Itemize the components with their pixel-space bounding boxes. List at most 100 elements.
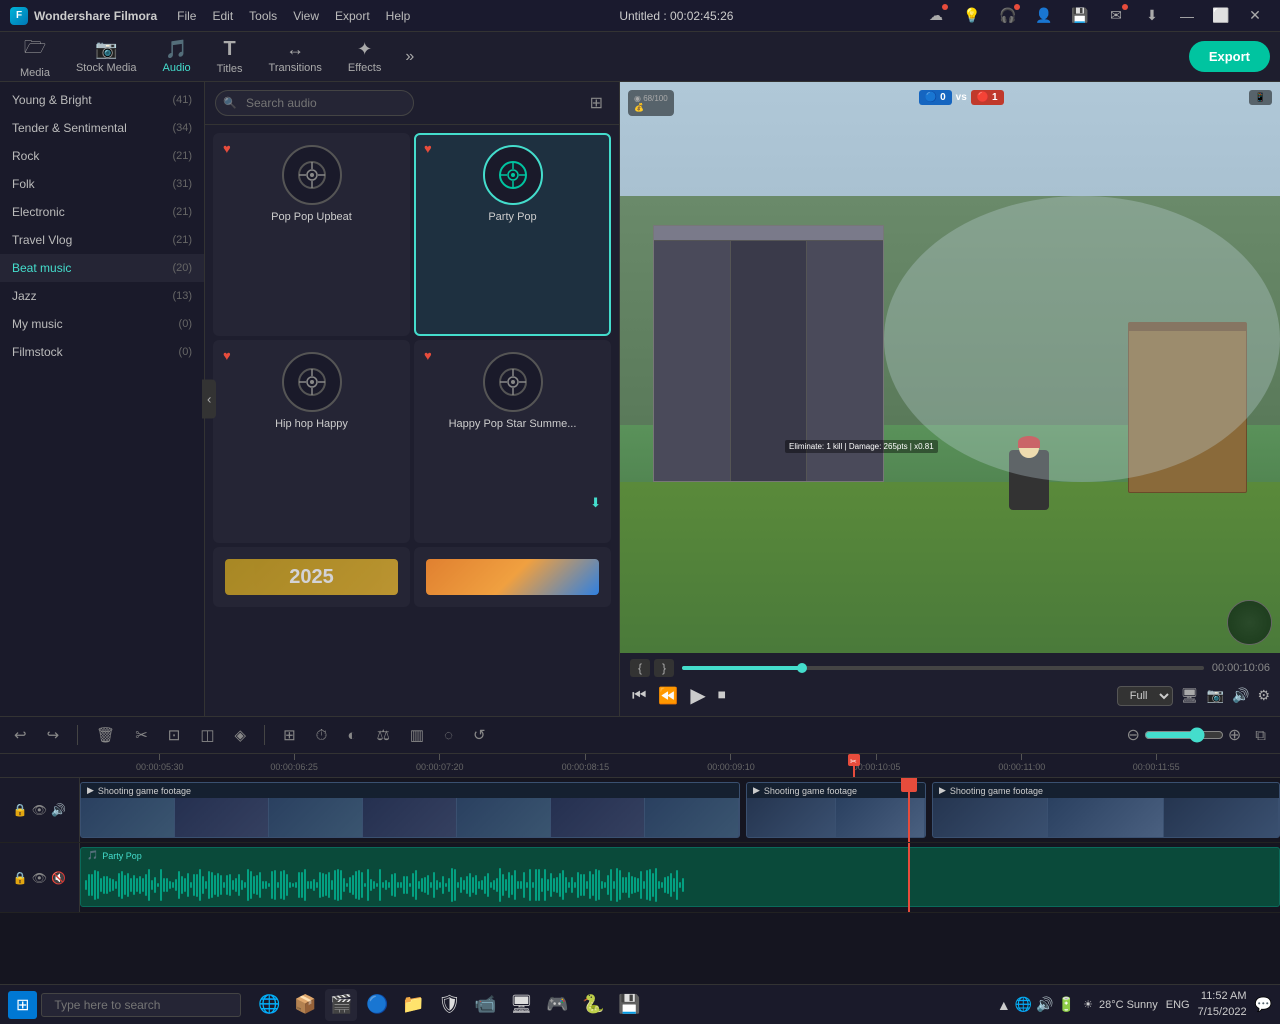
close-button[interactable]: ✕ [1240,6,1270,26]
video-clip-1[interactable]: ▶ Shooting game footage [80,782,740,838]
toolbar-audio[interactable]: 🎵 Audio [153,35,201,78]
heart-icon[interactable]: ♥ [223,141,231,156]
category-electronic[interactable]: Electronic (21) [0,198,204,226]
toolbar-effects[interactable]: ✦ Effects [338,35,391,78]
category-rock[interactable]: Rock (21) [0,142,204,170]
keyframe-button[interactable]: ◈ [229,723,253,747]
taskbar-app-terminal[interactable]: 💾 [613,989,645,1021]
save-icon[interactable]: 💾 [1070,6,1090,26]
timeline-content[interactable]: 🔒 👁 🔊 ▶ Shooting game footage [0,778,1280,984]
video-clip-3[interactable]: ▶ Shooting game footage [932,782,1280,838]
audio-card-party-pop[interactable]: ♥ Party Pop [414,133,611,336]
track-lock-icon[interactable]: 🔒 [13,803,28,817]
grid-toggle-button[interactable]: ⊞ [584,91,609,115]
zoom-in-button[interactable]: ⊕ [1228,725,1241,745]
progress-bar[interactable] [682,666,1204,670]
mail-icon[interactable]: ✉ [1106,6,1126,26]
category-young-bright[interactable]: Young & Bright (41) [0,86,204,114]
audio-card-partial-1[interactable]: 2025 [213,547,410,607]
category-folk[interactable]: Folk (31) [0,170,204,198]
taskbar-app-store[interactable]: 📦 [289,989,321,1021]
speed-button[interactable]: ⏱ [310,724,334,747]
color-button[interactable]: ▥ [404,723,430,747]
track-visible-icon[interactable]: 👁 [32,871,47,885]
fit-button[interactable]: ⧉ [1249,724,1272,747]
split-button[interactable]: ⊞ [277,723,302,747]
audio-card-partial-2[interactable] [414,547,611,607]
heart-icon[interactable]: ♥ [424,348,432,363]
menu-view[interactable]: View [293,9,319,23]
track-visible-icon[interactable]: 👁 [32,803,47,817]
start-button[interactable]: ⊞ [8,991,37,1019]
settings-preview-icon[interactable]: ⚙ [1257,687,1270,704]
audio-card-pop-pop[interactable]: ♥ Pop Pop Upb [213,133,410,336]
taskbar-app-obs[interactable]: 🎮 [541,989,573,1021]
menu-export[interactable]: Export [335,9,370,23]
menu-file[interactable]: File [177,9,196,23]
crop-tool[interactable]: ⊡ [162,723,187,747]
tray-arrow[interactable]: ▲ [997,997,1011,1013]
bracket-right-btn[interactable]: } [654,659,674,677]
stabilize-button[interactable]: ⚖ [370,723,395,747]
category-jazz[interactable]: Jazz (13) [0,282,204,310]
video-clip-2[interactable]: ▶ Shooting game footage [746,782,926,838]
cloud-icon[interactable]: ☁ [926,6,946,26]
taskbar-app-filmora[interactable]: 🎬 [325,989,357,1021]
menu-help[interactable]: Help [386,9,411,23]
screenshot-icon[interactable]: 📷 [1207,687,1224,704]
export-button[interactable]: Export [1189,41,1270,72]
download-icon[interactable]: ⬇ [1142,6,1162,26]
video-track-body[interactable]: ▶ Shooting game footage [80,778,1280,842]
volume-icon[interactable]: 🔊 [1232,687,1249,704]
taskbar-app-python[interactable]: 🐍 [577,989,609,1021]
quality-select[interactable]: Full 1/2 1/4 [1117,686,1173,706]
toolbar-media[interactable]: 🗁 Media [10,31,60,83]
audio-track-body[interactable]: 🎵 Party Pop // Generate waveform bars in… [80,843,1280,912]
heart-icon[interactable]: ♥ [424,141,432,156]
cut-button[interactable]: ✂ [129,723,154,747]
toolbar-stock-media[interactable]: 📷 Stock Media [66,35,147,78]
rotate-button[interactable]: ↺ [467,723,492,747]
audio-button[interactable]: ◐ [341,724,362,747]
zoom-out-button[interactable]: ⊖ [1126,725,1139,745]
audio-card-happy-pop[interactable]: ♥ ⬇ [414,340,611,543]
track-mute-icon[interactable]: 🔊 [51,803,66,817]
headphone-icon[interactable]: 🎧 [998,6,1018,26]
toolbar-transitions[interactable]: ↔ Transitions [259,35,332,78]
account-icon[interactable]: 👤 [1034,6,1054,26]
tray-battery[interactable]: 🔋 [1058,996,1075,1013]
play-button[interactable]: ▶ [688,681,707,710]
category-my-music[interactable]: My music (0) [0,310,204,338]
taskbar-app-files[interactable]: 📁 [397,989,429,1021]
minimize-button[interactable]: — [1172,6,1202,26]
heart-icon[interactable]: ♥ [223,348,231,363]
copy-button[interactable]: ◫ [194,723,220,747]
frame-back-button[interactable]: ⏪ [656,684,680,708]
track-mute-icon[interactable]: 🔇 [51,871,66,885]
search-input[interactable] [215,90,414,116]
taskbar-search-input[interactable] [41,993,241,1017]
progress-thumb[interactable] [797,663,807,673]
audio-prev-button[interactable]: ‹ [202,380,216,419]
taskbar-app-zoom[interactable]: 📹 [469,989,501,1021]
menu-tools[interactable]: Tools [249,9,277,23]
track-lock-icon[interactable]: 🔒 [13,871,28,885]
zoom-slider[interactable] [1144,727,1224,743]
category-filmstock[interactable]: Filmstock (0) [0,338,204,366]
delete-button[interactable]: 🗑 [90,723,121,747]
tray-network[interactable]: 🌐 [1015,996,1032,1013]
language-indicator[interactable]: ENG [1166,999,1190,1011]
audio-clip[interactable]: 🎵 Party Pop // Generate waveform bars in… [80,847,1280,907]
redo-button[interactable]: ↪ [41,723,66,747]
lightbulb-icon[interactable]: 💡 [962,6,982,26]
undo-button[interactable]: ↩ [8,723,33,747]
effect-button[interactable]: ◌ [438,724,459,747]
toolbar-titles[interactable]: T Titles [207,34,253,79]
category-beat-music[interactable]: Beat music (20) [0,254,204,282]
taskbar-app-edge[interactable]: 🌐 [253,989,285,1021]
taskbar-app-brave[interactable]: 🛡 [433,989,465,1021]
monitor-icon[interactable]: 🖥 [1181,687,1199,704]
stop-button[interactable]: ⏹ [716,685,728,707]
audio-card-hiphop[interactable]: ♥ Hip hop Hap [213,340,410,543]
download-icon[interactable]: ⬇ [590,495,601,511]
